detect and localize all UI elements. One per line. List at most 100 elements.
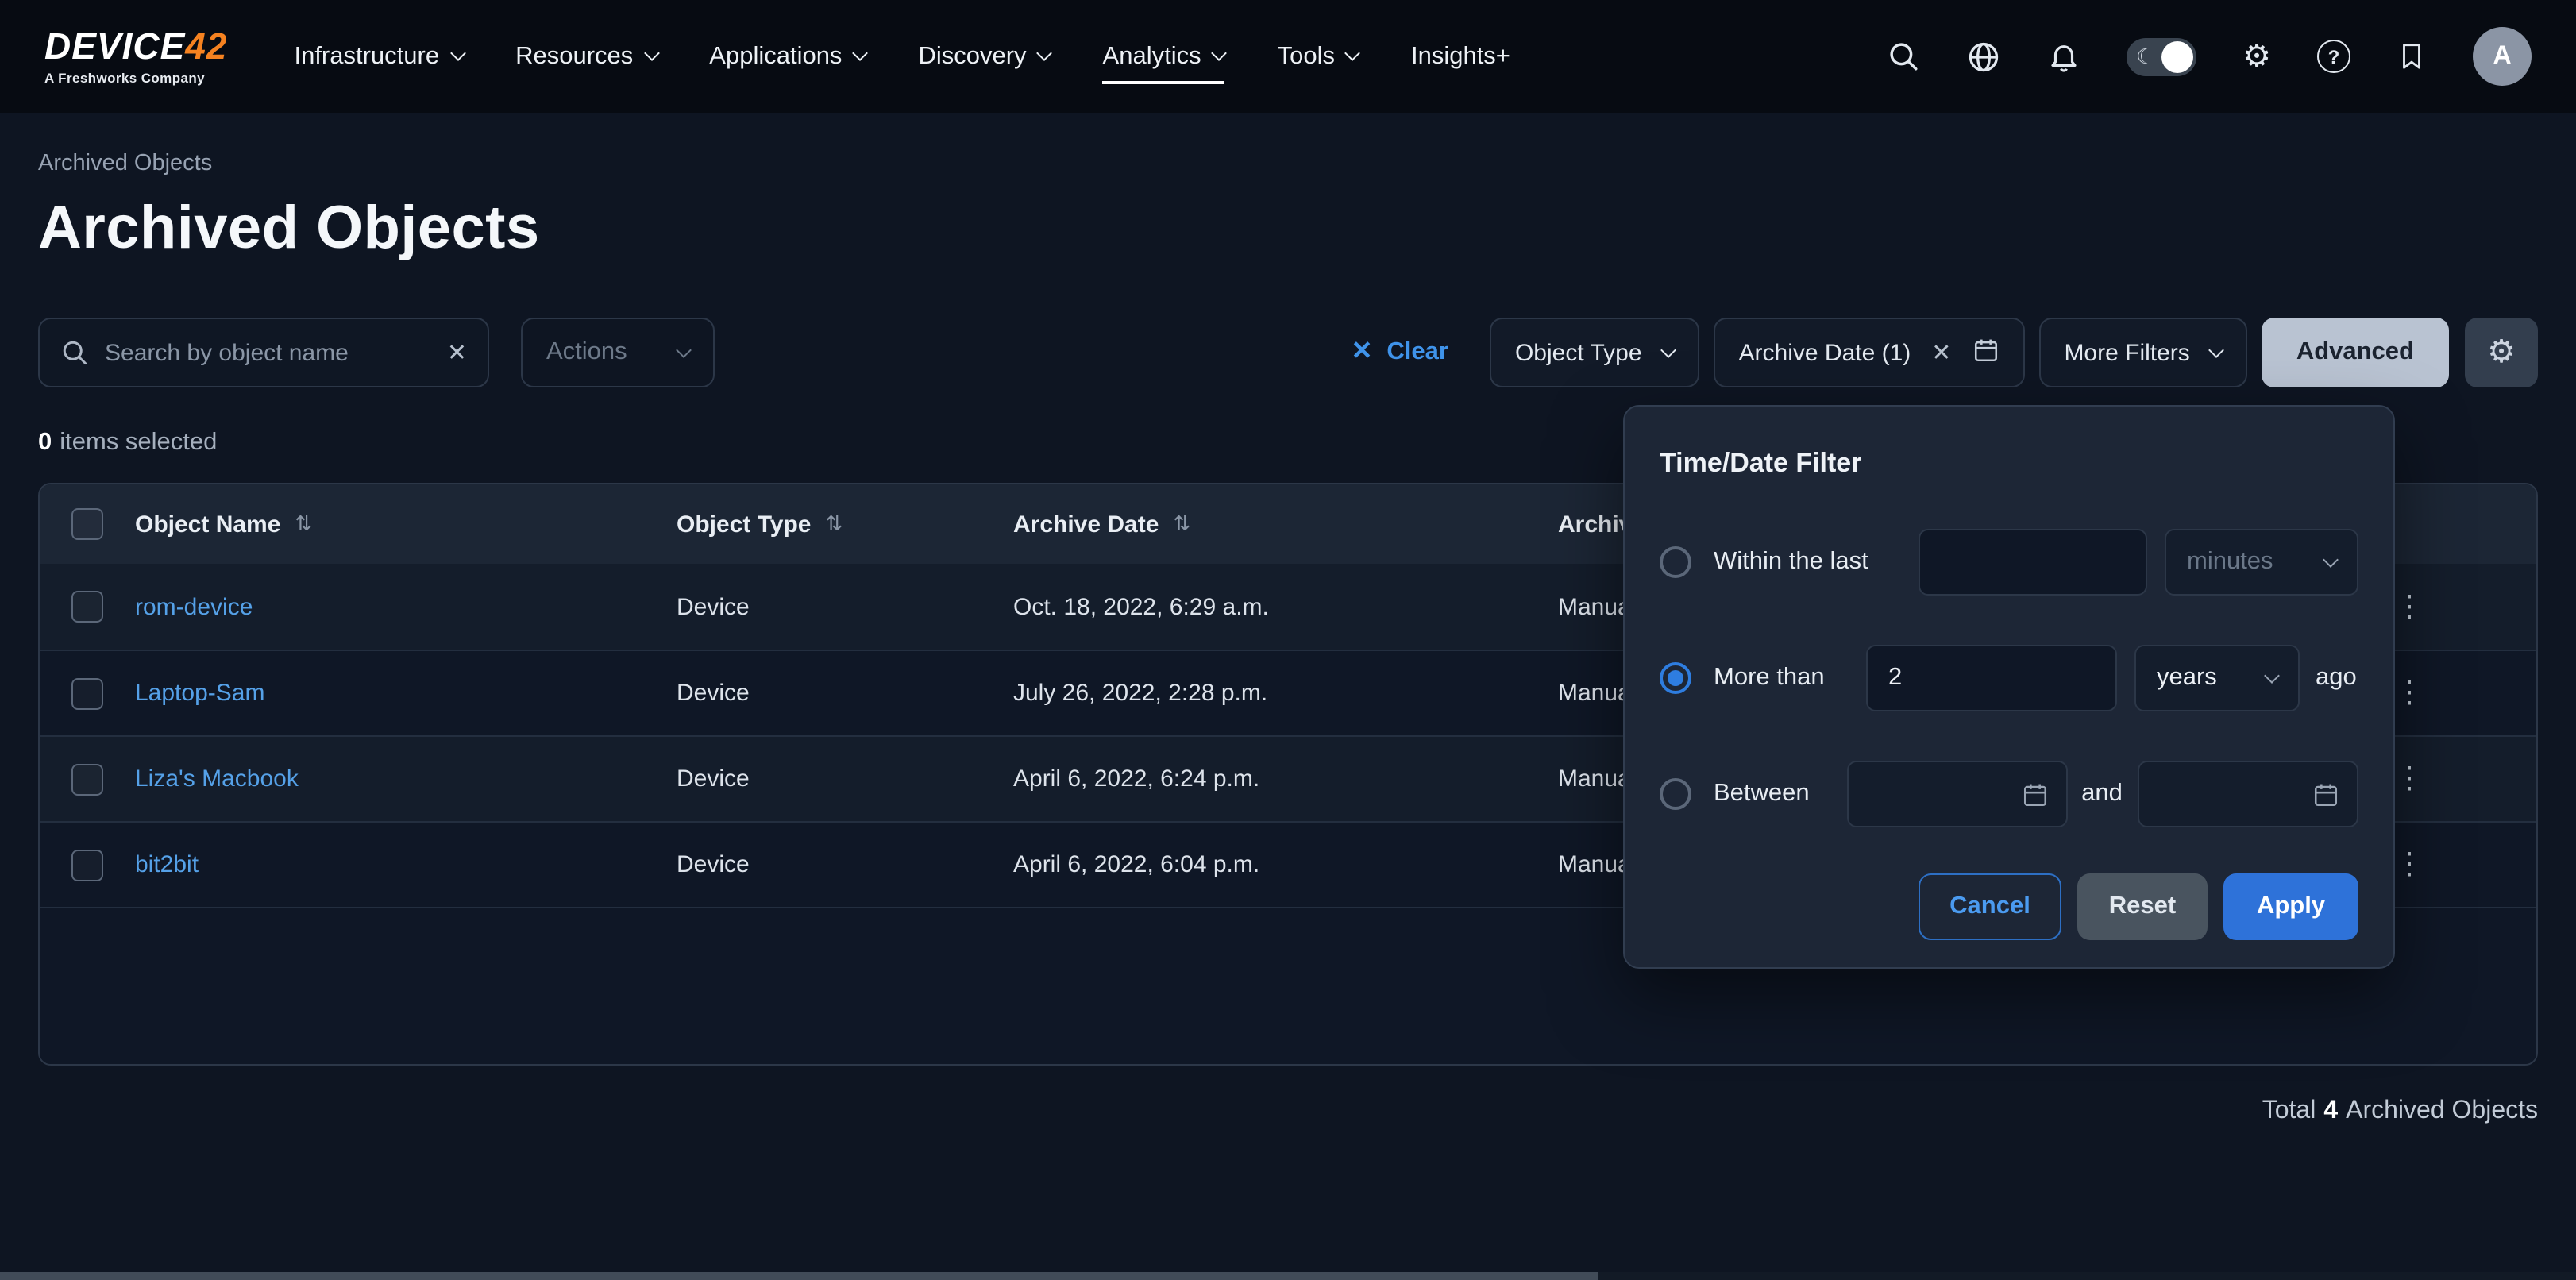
column-label: Archive Date [1013, 511, 1159, 538]
nav-item-label: Infrastructure [294, 42, 439, 71]
object-name-link[interactable]: bit2bit [135, 851, 199, 878]
cancel-button[interactable]: Cancel [1919, 873, 2061, 940]
popup-title: Time/Date Filter [1660, 448, 2358, 480]
theme-toggle[interactable]: ☾ [2127, 37, 2196, 75]
advanced-button[interactable]: Advanced [2262, 318, 2449, 387]
radio-more-than[interactable] [1660, 662, 1691, 694]
chevron-down-icon [643, 45, 659, 61]
radio-within-last[interactable] [1660, 546, 1691, 578]
search-icon [60, 338, 89, 367]
sort-icon[interactable]: ⇅ [826, 511, 843, 537]
row-actions-menu[interactable]: ⋮ [2394, 592, 2424, 622]
more-than-unit-select[interactable]: years [2134, 645, 2300, 711]
remove-filter-icon[interactable]: ✕ [1931, 341, 1951, 364]
chevron-down-icon [853, 45, 869, 61]
column-label: Object Name [135, 511, 280, 538]
row-checkbox[interactable] [71, 849, 103, 881]
between-label: Between [1714, 780, 1847, 808]
sort-icon[interactable]: ⇅ [1173, 511, 1190, 537]
search-icon[interactable] [1887, 40, 1920, 73]
row-checkbox[interactable] [71, 677, 103, 709]
clear-label: Clear [1386, 338, 1448, 367]
nav-item-label: Applications [709, 42, 842, 71]
radio-between[interactable] [1660, 778, 1691, 810]
total-prefix: Total [2262, 1097, 2316, 1124]
between-end-date-input[interactable] [2138, 761, 2358, 827]
row-checkbox[interactable] [71, 591, 103, 623]
chevron-down-icon [1037, 45, 1053, 61]
object-type-cell: Device [677, 680, 1013, 707]
more-filters-label: More Filters [2064, 339, 2189, 366]
row-actions-menu[interactable]: ⋮ [2394, 764, 2424, 794]
object-type-filter[interactable]: Object Type [1490, 318, 1699, 387]
sort-icon[interactable]: ⇅ [295, 511, 312, 537]
bell-icon[interactable] [2047, 40, 2080, 73]
row-checkbox[interactable] [71, 763, 103, 795]
time-date-filter-popup: Time/Date Filter Within the last minutes… [1623, 405, 2395, 969]
between-start-date-input[interactable] [1847, 761, 2067, 827]
archive-date-label: Archive Date (1) [1739, 339, 1911, 366]
within-last-value-input[interactable] [1919, 529, 2147, 596]
apply-button[interactable]: Apply [2223, 873, 2358, 940]
table-settings-button[interactable]: ⚙ [2465, 318, 2538, 387]
more-than-value-input[interactable] [1866, 645, 2117, 711]
actions-dropdown[interactable]: Actions [521, 318, 715, 387]
gear-icon[interactable]: ⚙ [2242, 40, 2271, 72]
select-all-checkbox[interactable] [71, 508, 103, 540]
object-name-link[interactable]: Laptop-Sam [135, 680, 264, 707]
object-name-link[interactable]: Liza's Macbook [135, 765, 299, 792]
main-nav: Infrastructure Resources Applications Di… [294, 20, 1510, 93]
within-last-option: Within the last minutes [1660, 529, 2358, 596]
archive-date-cell: July 26, 2022, 2:28 p.m. [1013, 680, 1558, 707]
archive-date-cell: April 6, 2022, 6:24 p.m. [1013, 765, 1558, 792]
selection-label: items selected [60, 429, 217, 456]
nav-item-tools[interactable]: Tools [1278, 20, 1359, 93]
search-input[interactable] [105, 339, 431, 366]
globe-icon[interactable] [1966, 39, 2001, 74]
nav-item-applications[interactable]: Applications [709, 20, 866, 93]
chevron-down-icon [449, 45, 465, 61]
within-last-unit-select[interactable]: minutes [2165, 529, 2358, 596]
chevron-down-icon [1345, 45, 1361, 61]
clear-filters-button[interactable]: ✕ Clear [1352, 338, 1448, 367]
page-title: Archived Objects [38, 195, 2538, 264]
chevron-down-icon [1212, 45, 1228, 61]
help-icon[interactable]: ? [2317, 40, 2350, 73]
nav-item-discovery[interactable]: Discovery [918, 20, 1050, 93]
nav-item-insights[interactable]: Insights+ [1411, 20, 1510, 93]
calendar-icon [2312, 781, 2339, 808]
calendar-icon [1972, 336, 1999, 369]
column-header-object-name[interactable]: Object Name ⇅ [135, 511, 677, 538]
nav-item-infrastructure[interactable]: Infrastructure [294, 20, 463, 93]
horizontal-scrollbar[interactable] [0, 1272, 2576, 1280]
scrollbar-thumb[interactable] [0, 1272, 1597, 1280]
ago-label: ago [2316, 664, 2357, 692]
nav-item-label: Insights+ [1411, 42, 1510, 71]
brand-name-accent: 42 [185, 25, 227, 66]
nav-item-resources[interactable]: Resources [515, 20, 657, 93]
breadcrumb[interactable]: Archived Objects [38, 113, 212, 176]
column-header-object-type[interactable]: Object Type⇅ [677, 511, 1013, 538]
reset-button[interactable]: Reset [2077, 873, 2208, 940]
brand-tagline: A Freshworks Company [44, 69, 227, 85]
archive-date-filter[interactable]: Archive Date (1) ✕ [1714, 318, 2025, 387]
nav-item-analytics[interactable]: Analytics [1103, 20, 1225, 93]
brand-logo[interactable]: DEVICE42 A Freshworks Company [44, 28, 227, 85]
clear-search-icon[interactable]: ✕ [447, 341, 467, 364]
row-actions-menu[interactable]: ⋮ [2394, 678, 2424, 708]
column-header-archive-date[interactable]: Archive Date ⇅ [1013, 511, 1558, 538]
avatar[interactable]: A [2473, 27, 2532, 86]
more-filters-dropdown[interactable]: More Filters [2038, 318, 2246, 387]
chevron-down-icon [2323, 551, 2339, 567]
chevron-down-icon [676, 341, 692, 357]
within-last-label: Within the last [1714, 548, 1919, 576]
object-name-link[interactable]: rom-device [135, 593, 253, 620]
object-type-cell: Device [677, 593, 1013, 620]
archive-date-cell: April 6, 2022, 6:04 p.m. [1013, 851, 1558, 878]
row-actions-menu[interactable]: ⋮ [2394, 850, 2424, 880]
app-root: DEVICE42 A Freshworks Company Infrastruc… [0, 0, 2576, 1280]
more-than-label: More than [1714, 664, 1866, 692]
top-navbar: DEVICE42 A Freshworks Company Infrastruc… [0, 0, 2576, 113]
selection-count: 0 [38, 429, 52, 456]
bookmark-icon[interactable] [2397, 40, 2427, 73]
